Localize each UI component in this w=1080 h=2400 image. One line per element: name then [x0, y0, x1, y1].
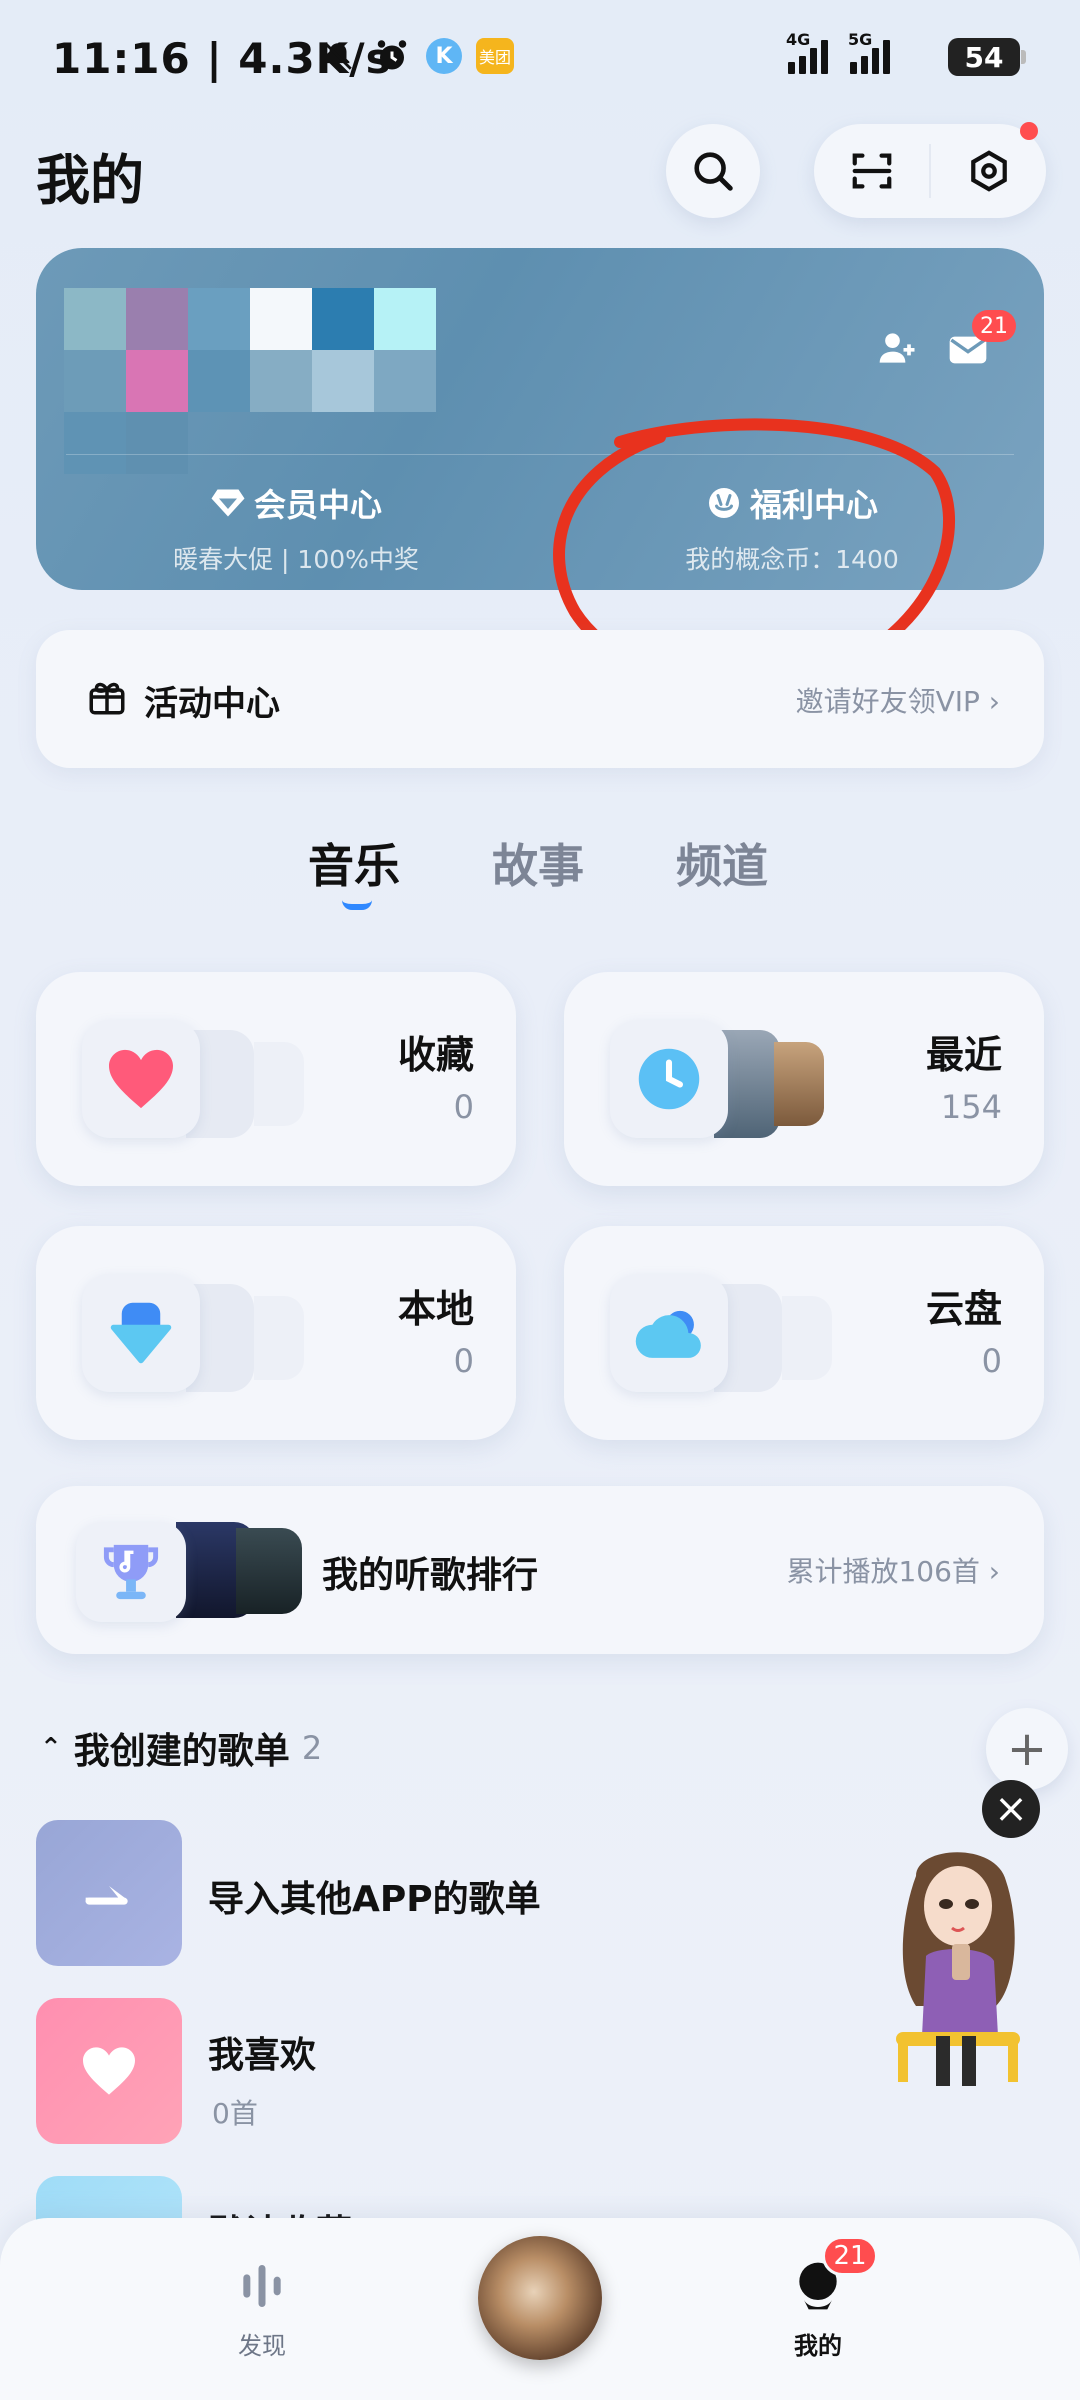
member-center-subtitle: 暖春大促 | 100%中奖 [173, 545, 419, 574]
recent-card[interactable]: 最近 154 [564, 972, 1044, 1186]
playlist-song-count: 0首 [212, 2097, 258, 2130]
add-friend-icon[interactable] [876, 326, 920, 370]
member-center[interactable]: 会员中心 暖春大促 | 100%中奖 [76, 480, 516, 576]
battery-icon: 54 [948, 38, 1026, 76]
plus-icon: + [1006, 1721, 1048, 1777]
activity-invite-text[interactable]: 邀请好友领VIP › [796, 680, 1000, 720]
cloud-card[interactable]: 云盘 0 [564, 1226, 1044, 1440]
local-card[interactable]: 本地 0 [36, 1226, 516, 1440]
scan-icon [852, 153, 891, 189]
trophy-icon [76, 1522, 186, 1622]
ranking-title: 我的听歌排行 [322, 1555, 539, 1596]
cloud-count: 0 [981, 1342, 1002, 1380]
alarm-icon [372, 36, 412, 76]
activity-title: 活动中心 [144, 684, 280, 724]
created-playlists-header[interactable]: ⌃ 我创建的歌单 2 [40, 1722, 322, 1774]
favorites-label: 收藏 [397, 1033, 474, 1077]
tab-channels[interactable]: 频道 [676, 830, 768, 896]
playlist-item-liked[interactable]: 我喜欢 0首 [36, 1998, 736, 2144]
recent-cover-2 [774, 1042, 824, 1126]
cloud-label: 云盘 [925, 1287, 1002, 1331]
tab-indicator [342, 900, 372, 910]
mute-icon [318, 36, 358, 76]
favorites-card[interactable]: 收藏 0 [36, 972, 516, 1186]
search-icon [694, 152, 733, 191]
recent-label: 最近 [925, 1033, 1002, 1077]
header-actions [814, 124, 1046, 218]
discover-waveform-icon [243, 2265, 281, 2307]
cloud-icon [610, 1274, 728, 1392]
playlist-name: 我喜欢 [208, 2035, 317, 2076]
mail-badge: 21 [972, 310, 1016, 342]
ranking-total: 累计播放106首 › [786, 1555, 1000, 1588]
activity-invite-label: 邀请好友领VIP [795, 685, 980, 718]
local-count: 0 [453, 1342, 474, 1380]
status-icons: K 美团 [318, 36, 514, 76]
add-playlist-button[interactable]: + [986, 1708, 1068, 1790]
status-bar: 11:16 | 4.3K/s K 美团 4G 5G 54 [0, 0, 1080, 120]
recent-count: 154 [940, 1088, 1002, 1126]
diamond-icon [211, 489, 245, 517]
signal-4g-label: 4G [786, 30, 811, 49]
k-app-icon: K [426, 38, 462, 74]
signal-5g-icon: 5G [848, 30, 890, 74]
local-label: 本地 [397, 1287, 474, 1331]
settings-hex-icon [970, 150, 1007, 192]
heart-icon [36, 1998, 182, 2144]
favorites-count: 0 [453, 1088, 474, 1126]
created-playlists-title: 我创建的歌单 [73, 1731, 290, 1772]
activity-center[interactable]: 活动中心 邀请好友领VIP › [36, 630, 1044, 768]
notification-dot [1020, 122, 1038, 140]
signal-5g-label: 5G [848, 30, 873, 49]
import-icon [36, 1820, 182, 1966]
gift-icon [89, 682, 125, 715]
close-mascot-button[interactable]: × [982, 1780, 1040, 1838]
mascot-character[interactable] [876, 1836, 1036, 2096]
tab-music[interactable]: 音乐 [308, 830, 400, 896]
page-title: 我的 [36, 149, 144, 212]
download-icon [82, 1274, 200, 1392]
chevron-up-icon: ⌃ [40, 1733, 62, 1763]
signal-icons: 4G 5G [786, 30, 890, 74]
created-playlists-count: 2 [301, 1729, 323, 1767]
avatar-pixelated[interactable] [64, 288, 498, 474]
nav-discover-label: 发现 [238, 2332, 286, 2360]
ranking-total-label: 累计播放106首 [786, 1555, 980, 1588]
member-center-title: 会员中心 [253, 486, 382, 524]
playlist-name: 导入其他APP的歌单 [208, 1879, 541, 1920]
heart-icon [82, 1020, 200, 1138]
search-button[interactable] [666, 124, 760, 218]
scan-button[interactable] [814, 124, 929, 218]
now-playing-disc[interactable] [478, 2236, 602, 2360]
listening-ranking[interactable]: 我的听歌排行 累计播放106首 › [36, 1486, 1044, 1654]
tab-stories[interactable]: 故事 [492, 830, 584, 896]
clock-icon [610, 1020, 728, 1138]
playlist-item-import[interactable]: 导入其他APP的歌单 [36, 1820, 736, 1966]
nav-mine-badge: 21 [822, 2236, 878, 2276]
meituan-app-icon: 美团 [476, 38, 514, 74]
nav-discover[interactable]: 发现 [222, 2258, 302, 2361]
signal-4g-icon: 4G [786, 30, 828, 74]
ranking-cover-2 [236, 1528, 302, 1614]
nav-mine-label: 我的 [794, 2332, 842, 2360]
close-icon: × [994, 1786, 1028, 1832]
